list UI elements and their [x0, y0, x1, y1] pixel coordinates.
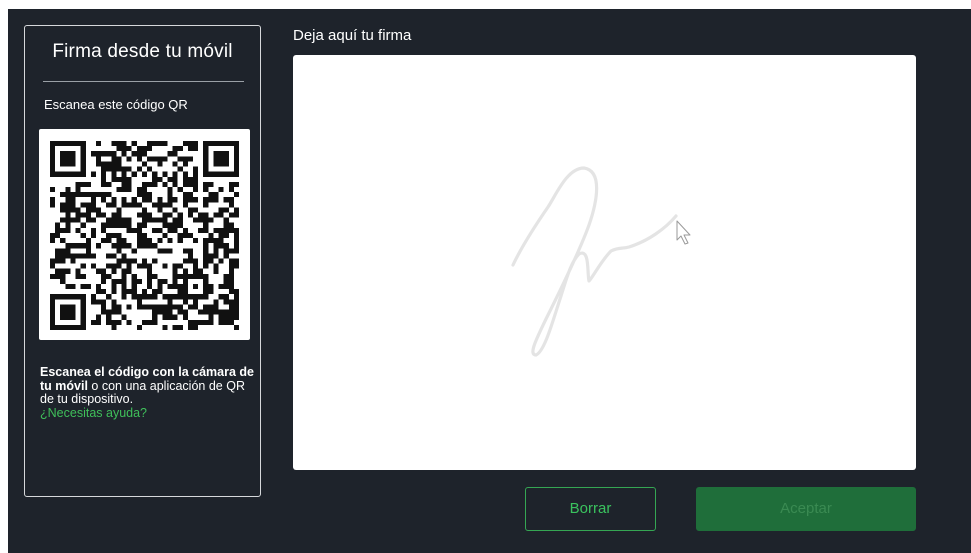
- panel-divider: [43, 81, 244, 82]
- help-link[interactable]: ¿Necesitas ayuda?: [40, 406, 255, 421]
- cursor-icon: [676, 220, 691, 245]
- accept-button[interactable]: Aceptar: [696, 487, 916, 531]
- qr-instructions: Escanea el código con la cámara de tu mó…: [40, 365, 255, 421]
- signature-title: Deja aquí tu firma: [293, 27, 412, 44]
- mobile-panel-title: Firma desde tu móvil: [52, 41, 233, 62]
- signature-stroke: [511, 166, 691, 357]
- mobile-signing-panel: Firma desde tu móvil Escanea este código…: [24, 25, 261, 497]
- qr-code: [39, 129, 250, 340]
- qr-code-image: [50, 141, 239, 330]
- scan-qr-label: Escanea este código QR: [44, 97, 188, 112]
- clear-button[interactable]: Borrar: [525, 487, 656, 531]
- signature-canvas[interactable]: [293, 55, 916, 470]
